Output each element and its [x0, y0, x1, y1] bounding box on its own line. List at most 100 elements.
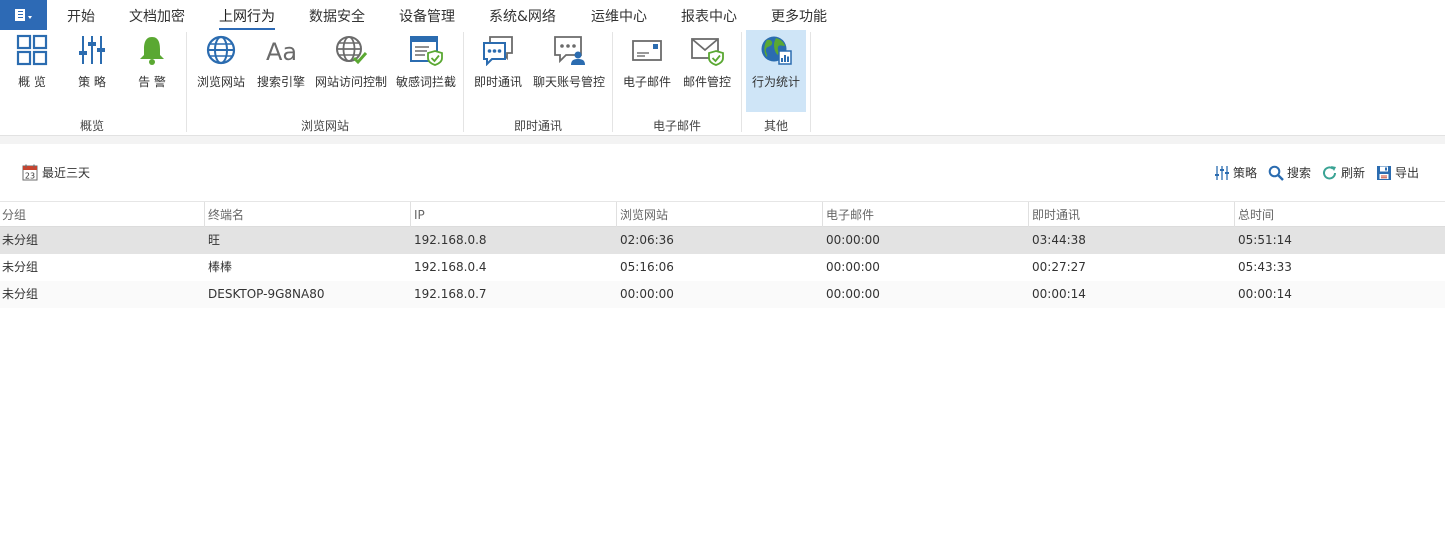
table-row[interactable]: 未分组 DESKTOP-9G8NA80 192.168.0.7 00:00:00…	[0, 281, 1445, 308]
cell-instant-messaging: 03:44:38	[1032, 233, 1086, 247]
refresh-tool-button[interactable]: 刷新	[1322, 164, 1365, 181]
envelope-shield-icon	[691, 38, 724, 66]
group-label-instant-messaging: 即时通讯	[514, 119, 563, 133]
menu-system-network[interactable]: 系统&网络	[489, 6, 556, 26]
app-menu-button[interactable]	[0, 0, 47, 30]
group-divider	[810, 32, 811, 132]
menu-bar: 开始 文档加密 上网行为 数据安全 设备管理 系统&网络 运维中心 报表中心 更…	[0, 0, 1445, 30]
menu-ops-center[interactable]: 运维中心	[591, 6, 647, 26]
group-divider	[463, 32, 464, 132]
export-tool-label: 导出	[1395, 166, 1420, 180]
cell-instant-messaging: 00:27:27	[1032, 260, 1086, 274]
column-header-browse-website[interactable]: 浏览网站	[616, 202, 822, 228]
cell-browse-website: 05:16:06	[620, 260, 674, 274]
toolbar: 23 最近三天 策略 搜索 刷新 导出	[0, 144, 1445, 200]
cell-total-time: 05:43:33	[1238, 260, 1292, 274]
export-tool-button[interactable]: 导出	[1376, 164, 1419, 181]
menu-doc-encryption[interactable]: 文档加密	[129, 6, 185, 26]
alert-button[interactable]: 告 警	[130, 30, 174, 112]
menu-start[interactable]: 开始	[67, 6, 95, 26]
search-tool-button[interactable]: 搜索	[1268, 164, 1311, 181]
alert-label: 告 警	[138, 75, 166, 89]
envelope-icon	[632, 40, 662, 61]
refresh-tool-label: 刷新	[1341, 166, 1366, 180]
browse-website-label: 浏览网站	[196, 75, 246, 89]
cell-ip: 192.168.0.7	[414, 287, 487, 301]
behavior-statistics-button[interactable]: 行为统计	[746, 30, 806, 112]
font-aa-icon: Aa	[266, 38, 297, 66]
menu-data-security[interactable]: 数据安全	[309, 6, 365, 26]
instant-messaging-button[interactable]: 即时通讯	[473, 30, 523, 112]
strategy-button[interactable]: 策 略	[70, 30, 114, 112]
cell-terminal-name: 棒棒	[208, 260, 233, 274]
cell-email: 00:00:00	[826, 233, 880, 247]
overview-button[interactable]: 概 览	[10, 30, 54, 112]
group-divider	[741, 32, 742, 132]
search-engine-label: 搜索引擎	[256, 75, 306, 89]
date-range-label: 最近三天	[42, 166, 91, 180]
sensitive-word-block-label: 敏感词拦截	[395, 75, 457, 89]
cell-terminal-name: DESKTOP-9G8NA80	[208, 287, 325, 301]
calendar-icon: 23	[22, 164, 38, 181]
column-header-terminal-name[interactable]: 终端名	[204, 202, 410, 228]
chat-account-control-button[interactable]: 聊天账号管控	[532, 30, 606, 112]
website-access-control-button[interactable]: 网站访问控制	[314, 30, 388, 112]
column-header-ip[interactable]: IP	[410, 202, 616, 228]
menu-report-center[interactable]: 报表中心	[681, 6, 737, 26]
column-header-total-time[interactable]: 总时间	[1234, 202, 1445, 228]
search-icon	[1268, 165, 1284, 181]
table-row[interactable]: 未分组 旺 192.168.0.8 02:06:36 00:00:00 03:4…	[0, 227, 1445, 254]
menu-more-features[interactable]: 更多功能	[771, 6, 827, 26]
group-label-email: 电子邮件	[653, 119, 702, 133]
cell-group: 未分组	[2, 260, 39, 274]
cell-browse-website: 02:06:36	[620, 233, 674, 247]
cell-total-time: 05:51:14	[1238, 233, 1292, 247]
cell-total-time: 00:00:14	[1238, 287, 1292, 301]
refresh-icon	[1323, 165, 1336, 179]
column-header-instant-messaging[interactable]: 即时通讯	[1028, 202, 1234, 228]
behavior-statistics-label: 行为统计	[751, 75, 801, 89]
cell-group: 未分组	[2, 233, 39, 247]
group-divider	[612, 32, 613, 132]
ribbon-bottom-band	[0, 136, 1445, 144]
window-shield-icon	[410, 36, 443, 66]
email-button[interactable]: 电子邮件	[622, 30, 672, 112]
browse-website-button[interactable]: 浏览网站	[196, 30, 246, 112]
cell-email: 00:00:00	[826, 287, 880, 301]
email-control-button[interactable]: 邮件管控	[682, 30, 732, 112]
cell-instant-messaging: 00:00:14	[1032, 287, 1086, 301]
globe-stats-icon	[761, 36, 792, 65]
globe-icon	[206, 35, 236, 65]
search-engine-button[interactable]: Aa 搜索引擎	[256, 30, 306, 112]
search-tool-label: 搜索	[1287, 166, 1312, 180]
sensitive-word-block-button[interactable]: 敏感词拦截	[395, 30, 457, 112]
document-icon	[15, 9, 25, 21]
menu-internet-behavior[interactable]: 上网行为	[219, 6, 275, 30]
cell-group: 未分组	[2, 287, 39, 301]
cell-ip: 192.168.0.8	[414, 233, 487, 247]
group-divider	[186, 32, 187, 132]
group-label-browse-website: 浏览网站	[301, 119, 350, 133]
email-control-label: 邮件管控	[682, 75, 732, 89]
cell-terminal-name: 旺	[208, 233, 221, 247]
group-label-other: 其他	[764, 119, 789, 133]
chat-account-control-label: 聊天账号管控	[532, 75, 606, 89]
sliders-icon	[79, 36, 105, 64]
column-header-email[interactable]: 电子邮件	[822, 202, 1028, 228]
chat-user-icon	[554, 36, 585, 65]
strategy-tool-button[interactable]: 策略	[1214, 164, 1257, 181]
table-row[interactable]: 未分组 棒棒 192.168.0.4 05:16:06 00:00:00 00:…	[0, 254, 1445, 281]
date-range-selector[interactable]: 23 最近三天	[22, 164, 90, 181]
instant-messaging-label: 即时通讯	[473, 75, 523, 89]
cell-browse-website: 00:00:00	[620, 287, 674, 301]
email-label: 电子邮件	[622, 75, 672, 89]
data-table: 分组 终端名 IP 浏览网站 电子邮件 即时通讯 总时间 未分组 旺 192.1…	[0, 201, 1445, 308]
svg-text:Aa: Aa	[266, 38, 297, 66]
cell-email: 00:00:00	[826, 260, 880, 274]
grid-icon	[16, 34, 48, 66]
calendar-day: 23	[25, 172, 35, 181]
menu-device-management[interactable]: 设备管理	[399, 6, 455, 26]
chat-bubbles-icon	[483, 36, 513, 66]
column-header-group[interactable]: 分组	[0, 202, 204, 228]
save-disk-icon	[1377, 165, 1391, 180]
